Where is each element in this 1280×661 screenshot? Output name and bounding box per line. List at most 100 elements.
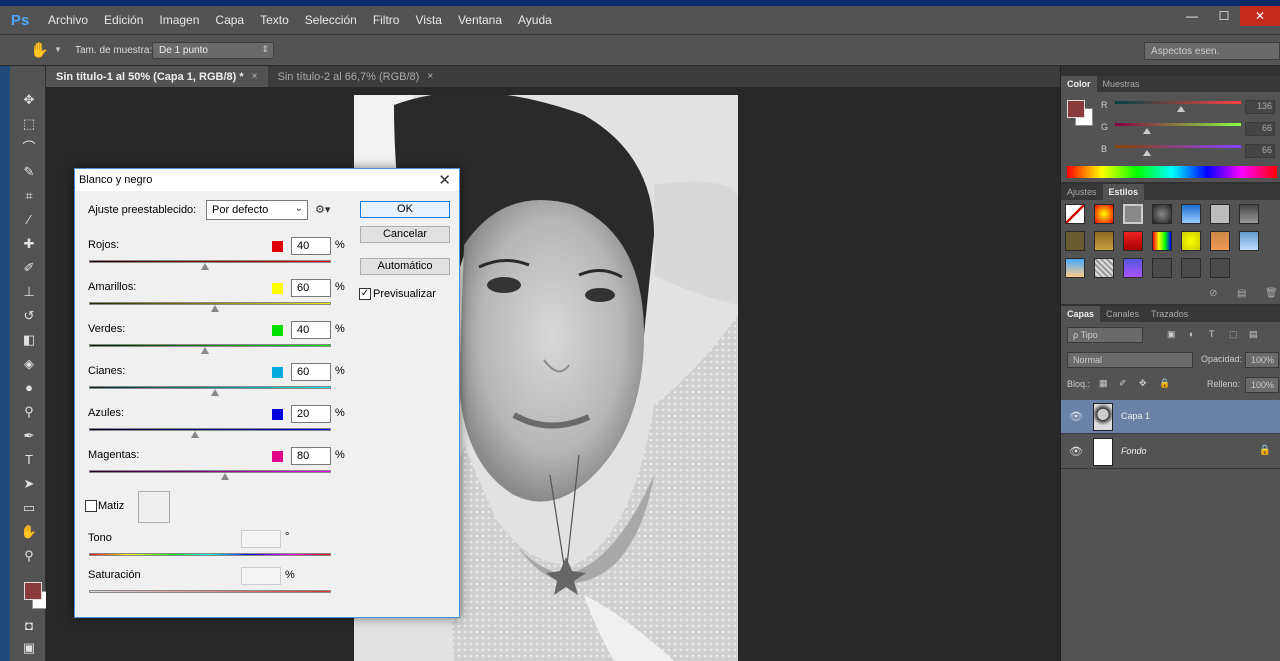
filter-adjust-icon[interactable]: ◐ xyxy=(1189,329,1194,339)
tab-document-2[interactable]: Sin título-2 al 66,7% (RGB/8) × xyxy=(268,66,444,87)
close-icon[interactable]: ✕ xyxy=(438,171,451,189)
visibility-eye-icon[interactable]: 👁 xyxy=(1069,445,1083,458)
filter-shape-icon[interactable]: ⬚ xyxy=(1229,329,1238,340)
style-swatch[interactable] xyxy=(1152,258,1172,278)
r-slider-thumb[interactable] xyxy=(1177,106,1185,112)
screen-mode-icon[interactable]: ▣ xyxy=(18,638,40,658)
hand-tool-icon[interactable]: ✋ xyxy=(30,41,50,61)
lock-transparent-icon[interactable]: ▦ xyxy=(1099,378,1108,389)
channel-value-input[interactable]: 40 xyxy=(291,237,331,255)
menu-imagen[interactable]: Imagen xyxy=(151,6,207,34)
style-swatch[interactable] xyxy=(1152,231,1172,251)
clear-style-icon[interactable]: ⊘ xyxy=(1209,288,1217,299)
tab-document-1[interactable]: Sin título-1 al 50% (Capa 1, RGB/8) * × xyxy=(46,66,268,87)
tab-ajustes[interactable]: Ajustes xyxy=(1061,184,1103,200)
shape-tool-icon[interactable]: ▭ xyxy=(18,498,40,518)
channel-slider-thumb[interactable] xyxy=(191,431,200,438)
lock-pixels-icon[interactable]: ✐ xyxy=(1119,378,1127,389)
tab-muestras[interactable]: Muestras xyxy=(1097,76,1146,92)
zoom-tool-icon[interactable]: ⚲ xyxy=(18,546,40,566)
channel-value-input[interactable]: 80 xyxy=(291,447,331,465)
b-slider-thumb[interactable] xyxy=(1143,150,1151,156)
tool-preset-arrow-icon[interactable]: ▼ xyxy=(54,45,62,54)
channel-value-input[interactable]: 60 xyxy=(291,363,331,381)
workspace-select[interactable]: Aspectos esen. xyxy=(1144,42,1280,60)
b-value[interactable]: 66 xyxy=(1245,144,1275,158)
filter-type-icon[interactable]: T xyxy=(1209,329,1215,339)
fill-input[interactable]: 100% xyxy=(1245,377,1279,393)
menu-seleccion[interactable]: Selección xyxy=(297,6,365,34)
history-brush-icon[interactable]: ↺ xyxy=(18,306,40,326)
g-slider[interactable] xyxy=(1115,123,1241,126)
dodge-tool-icon[interactable]: ⚲ xyxy=(18,402,40,422)
channel-slider-thumb[interactable] xyxy=(220,473,229,480)
channel-value-input[interactable]: 60 xyxy=(291,279,331,297)
path-select-icon[interactable]: ➤ xyxy=(18,474,40,494)
channel-slider-track[interactable] xyxy=(89,260,331,263)
style-swatch[interactable] xyxy=(1210,258,1230,278)
style-swatch[interactable] xyxy=(1123,258,1143,278)
menu-archivo[interactable]: Archivo xyxy=(40,6,96,34)
channel-slider-thumb[interactable] xyxy=(210,305,219,312)
restore-button[interactable]: ☐ xyxy=(1208,6,1240,26)
style-swatch[interactable] xyxy=(1094,204,1114,224)
healing-brush-icon[interactable]: ✚ xyxy=(18,234,40,254)
style-swatch[interactable] xyxy=(1065,231,1085,251)
blur-tool-icon[interactable]: ● xyxy=(18,378,40,398)
style-swatch[interactable] xyxy=(1065,258,1085,278)
channel-slider-track[interactable] xyxy=(89,470,331,473)
style-swatch[interactable] xyxy=(1094,258,1114,278)
close-icon[interactable]: × xyxy=(252,71,258,82)
new-style-icon[interactable]: ▤ xyxy=(1237,288,1246,299)
menu-texto[interactable]: Texto xyxy=(252,6,297,34)
type-tool-icon[interactable]: T xyxy=(18,450,40,470)
menu-ayuda[interactable]: Ayuda xyxy=(510,6,560,34)
style-swatch[interactable] xyxy=(1181,204,1201,224)
style-swatch[interactable] xyxy=(1239,204,1259,224)
style-swatch[interactable] xyxy=(1123,204,1143,224)
visibility-eye-icon[interactable]: 👁 xyxy=(1069,410,1083,423)
crop-tool-icon[interactable]: ⌗ xyxy=(18,186,40,206)
close-button[interactable]: ✕ xyxy=(1240,6,1280,26)
g-value[interactable]: 66 xyxy=(1245,122,1275,136)
menu-vista[interactable]: Vista xyxy=(407,6,449,34)
auto-button[interactable]: Automático xyxy=(360,258,450,275)
quick-mask-icon[interactable]: ◘ xyxy=(18,616,40,636)
channel-value-input[interactable]: 20 xyxy=(291,405,331,423)
dialog-titlebar[interactable]: Blanco y negro ✕ xyxy=(75,169,459,191)
style-swatch[interactable] xyxy=(1152,204,1172,224)
tab-estilos[interactable]: Estilos xyxy=(1102,184,1145,200)
stamp-tool-icon[interactable]: ⊥ xyxy=(18,282,40,302)
lasso-tool-icon[interactable]: ⌒ xyxy=(18,138,40,158)
b-slider[interactable] xyxy=(1115,145,1241,148)
style-swatch[interactable] xyxy=(1181,258,1201,278)
style-swatch[interactable] xyxy=(1210,204,1230,224)
menu-ventana[interactable]: Ventana xyxy=(450,6,510,34)
style-none[interactable] xyxy=(1065,204,1085,224)
saturacion-slider-track[interactable] xyxy=(89,590,331,593)
r-slider[interactable] xyxy=(1115,101,1241,104)
filter-smart-icon[interactable]: ▤ xyxy=(1249,329,1258,340)
g-slider-thumb[interactable] xyxy=(1143,128,1151,134)
channel-slider-track[interactable] xyxy=(89,344,331,347)
fg-color-swatch[interactable] xyxy=(1067,100,1085,118)
style-swatch[interactable] xyxy=(1123,231,1143,251)
r-value[interactable]: 136 xyxy=(1245,100,1275,114)
delete-icon[interactable]: 🗑 xyxy=(1265,288,1278,299)
channel-slider-track[interactable] xyxy=(89,428,331,431)
marquee-tool-icon[interactable]: ⬚ xyxy=(18,114,40,134)
gear-icon[interactable]: ⚙▾ xyxy=(315,203,330,216)
channel-slider-thumb[interactable] xyxy=(201,263,210,270)
ok-button[interactable]: OK xyxy=(360,201,450,218)
quick-select-tool-icon[interactable]: ✎ xyxy=(18,162,40,182)
menu-edicion[interactable]: Edición xyxy=(96,6,151,34)
channel-slider-thumb[interactable] xyxy=(201,347,210,354)
style-swatch[interactable] xyxy=(1210,231,1230,251)
preset-select[interactable]: Por defecto ⌄ xyxy=(206,200,308,220)
layer-name[interactable]: Capa 1 xyxy=(1121,411,1150,421)
tono-input[interactable] xyxy=(241,530,281,548)
layer-row[interactable]: 👁 Capa 1 xyxy=(1061,400,1280,434)
hand-tool-icon[interactable]: ✋ xyxy=(18,522,40,542)
style-swatch[interactable] xyxy=(1239,231,1259,251)
layer-row[interactable]: 👁 Fondo 🔒 xyxy=(1061,435,1280,469)
